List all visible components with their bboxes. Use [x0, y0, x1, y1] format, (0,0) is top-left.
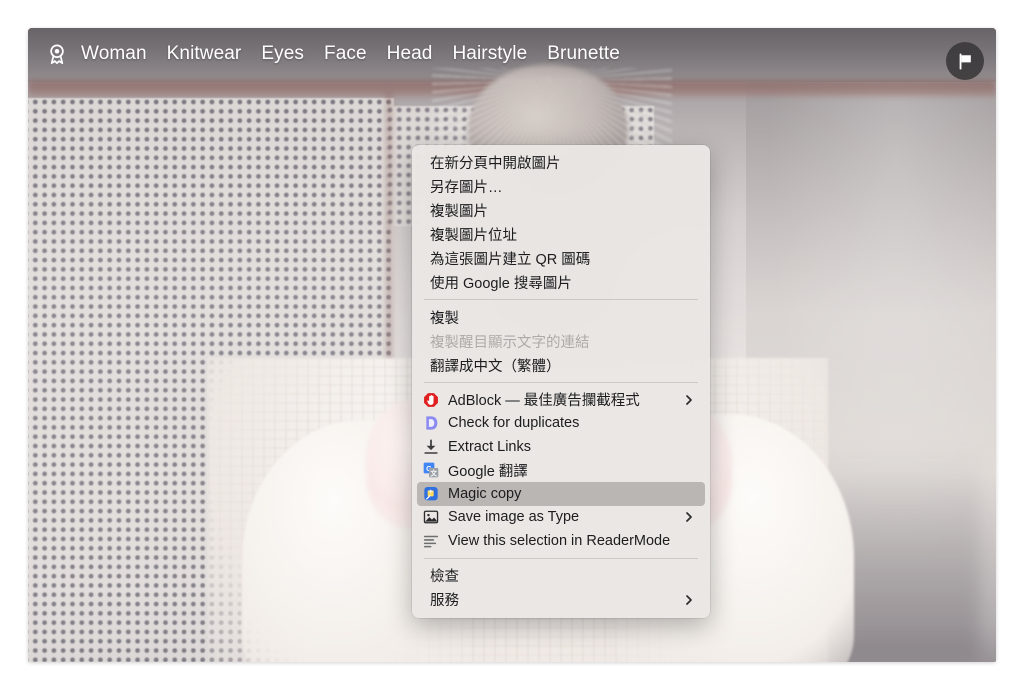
menu-item-copy-image[interactable]: 複製圖片 — [417, 198, 705, 222]
adblock-icon — [422, 391, 440, 409]
menu-item-label: Magic copy — [448, 485, 522, 502]
menu-item-label: AdBlock — 最佳廣告攔截程式 — [448, 393, 640, 410]
menu-item-magic-copy[interactable]: Magic copy — [417, 482, 705, 506]
tag-hairstyle[interactable]: Hairstyle — [452, 43, 527, 65]
menu-item-label: 另存圖片… — [430, 179, 503, 196]
menu-item-label: 在新分頁中開啟圖片 — [430, 155, 561, 172]
google-translate-icon: G 文 — [422, 461, 440, 479]
menu-item-copy[interactable]: 複製 — [417, 305, 705, 329]
menu-item-translate-to-chinese-traditional[interactable]: 翻譯成中文（繁體） — [417, 353, 705, 377]
menu-item-services[interactable]: 服務 — [417, 588, 705, 612]
menu-item-view-in-readermode[interactable]: View this selection in ReaderMode — [417, 529, 705, 553]
tag-head[interactable]: Head — [387, 43, 433, 65]
menu-item-create-qr-code-for-image[interactable]: 為這張圖片建立 QR 圖碼 — [417, 246, 705, 270]
menu-item-save-image-as[interactable]: 另存圖片… — [417, 174, 705, 198]
context-menu-group-image-actions: 在新分頁中開啟圖片 另存圖片… 複製圖片 複製圖片位址 為這張圖片建立 QR 圖… — [412, 150, 710, 294]
tag-eyes[interactable]: Eyes — [261, 43, 304, 65]
context-menu-group-extensions: AdBlock — 最佳廣告攔截程式 Check for duplicates — [412, 388, 710, 553]
menu-separator-1 — [424, 299, 698, 300]
svg-text:文: 文 — [430, 469, 437, 478]
menu-item-label: 複製醒目顯示文字的連結 — [430, 334, 590, 351]
flag-icon — [959, 52, 971, 70]
duplicates-d-icon — [422, 414, 440, 432]
image-file-icon — [422, 508, 440, 526]
menu-separator-3 — [424, 557, 698, 559]
context-menu[interactable]: 在新分頁中開啟圖片 另存圖片… 複製圖片 複製圖片位址 為這張圖片建立 QR 圖… — [412, 145, 710, 618]
report-flag-button[interactable] — [946, 42, 984, 80]
context-menu-group-copy-translate: 複製 複製醒目顯示文字的連結 翻譯成中文（繁體） — [412, 305, 710, 377]
tag-knitwear[interactable]: Knitwear — [167, 43, 242, 65]
menu-item-search-image-with-google[interactable]: 使用 Google 搜尋圖片 — [417, 270, 705, 294]
tag-bar: Woman Knitwear Eyes Face Head Hairstyle … — [28, 28, 996, 80]
chevron-right-icon — [686, 394, 692, 405]
menu-item-label: 為這張圖片建立 QR 圖碼 — [430, 251, 591, 268]
magic-copy-icon — [422, 485, 440, 503]
award-ribbon-icon — [50, 44, 64, 65]
menu-item-label: 使用 Google 搜尋圖片 — [430, 275, 572, 292]
menu-item-check-for-duplicates[interactable]: Check for duplicates — [417, 412, 705, 436]
menu-item-google-translate[interactable]: G 文 Google 翻譯 — [417, 459, 705, 483]
menu-item-label: View this selection in ReaderMode — [448, 532, 671, 549]
menu-separator-2 — [424, 382, 698, 383]
menu-item-copy-link-to-highlight: 複製醒目顯示文字的連結 — [417, 329, 705, 353]
menu-item-label: Google 翻譯 — [448, 463, 528, 480]
chevron-right-icon — [686, 594, 692, 605]
menu-item-save-image-as-type[interactable]: Save image as Type — [417, 506, 705, 530]
download-arrow-icon — [422, 438, 440, 456]
tag-brunette[interactable]: Brunette — [547, 43, 620, 65]
menu-item-label: Save image as Type — [448, 509, 580, 526]
menu-item-inspect[interactable]: 檢查 — [417, 564, 705, 588]
menu-item-label: 複製圖片位址 — [430, 227, 517, 244]
page-root: Woman Knitwear Eyes Face Head Hairstyle … — [0, 0, 1024, 696]
menu-item-label: 複製 — [430, 310, 459, 327]
context-menu-group-system: 檢查 服務 — [412, 564, 710, 612]
chevron-right-icon — [686, 512, 692, 523]
menu-item-label: Extract Links — [448, 438, 531, 455]
menu-item-label: Check for duplicates — [448, 415, 580, 432]
menu-item-copy-image-address[interactable]: 複製圖片位址 — [417, 222, 705, 246]
reader-mode-icon — [422, 532, 440, 550]
tag-woman[interactable]: Woman — [81, 43, 147, 65]
tag-face[interactable]: Face — [324, 43, 367, 65]
menu-item-label: 檢查 — [430, 569, 459, 585]
menu-item-extract-links[interactable]: Extract Links — [417, 435, 705, 459]
menu-item-label: 複製圖片 — [430, 203, 488, 220]
menu-item-adblock[interactable]: AdBlock — 最佳廣告攔截程式 — [417, 388, 705, 412]
menu-item-label: 服務 — [430, 593, 459, 609]
menu-item-label: 翻譯成中文（繁體） — [430, 358, 561, 375]
menu-item-open-image-in-new-tab[interactable]: 在新分頁中開啟圖片 — [417, 150, 705, 174]
